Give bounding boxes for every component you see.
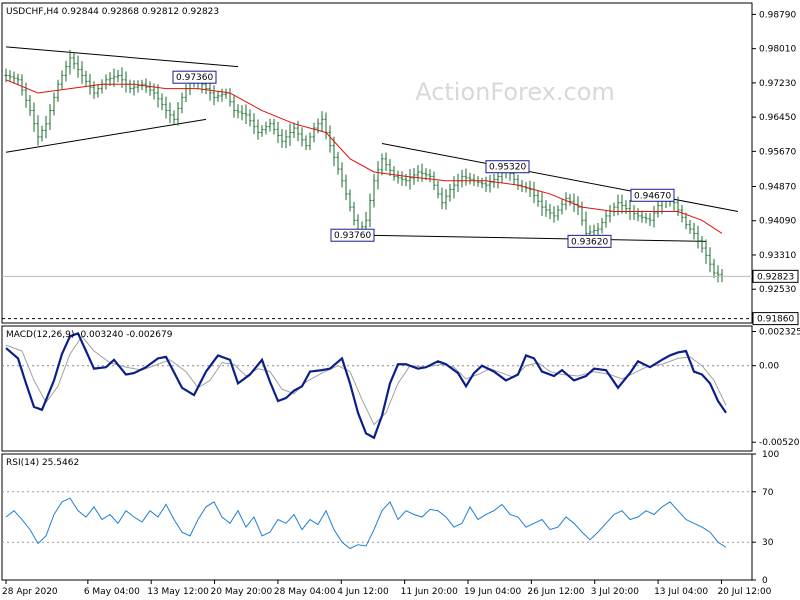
price-ytick-label: 0.94870 — [759, 182, 796, 192]
price-ytick-label: 0.98790 — [759, 10, 796, 20]
rsi-ytick-label: 0 — [762, 576, 768, 586]
support-label: 0.91860 — [757, 315, 794, 325]
annotation-label: 0.97360 — [176, 73, 213, 83]
price-ytick-label: 0.98010 — [759, 45, 796, 55]
x-tick-label: 6 May 04:00 — [84, 587, 140, 597]
x-tick-label: 20 May 20:00 — [211, 587, 273, 597]
price-ytick-label: 0.95670 — [759, 147, 796, 157]
annotation-label: 0.93760 — [334, 231, 371, 241]
annotation-label: 0.95320 — [489, 163, 526, 173]
rsi-ytick-label: 70 — [762, 488, 774, 498]
chart-canvas: ActionForex.com 0.98790 0.98010 0.97230 0.96… — [1, 2, 800, 597]
price-ytick-label: 0.97230 — [759, 79, 796, 89]
macd-ytick-label: -0.005201 — [759, 438, 800, 448]
x-tick-label: 28 May 04:00 — [274, 587, 336, 597]
macd-title: MACD(12,26,9) -0.003240 -0.002679 — [6, 330, 173, 340]
annotation-label: 0.93620 — [571, 237, 608, 247]
price-ytick-label: 0.92530 — [759, 285, 796, 295]
x-tick-label: 4 Jun 12:00 — [337, 587, 389, 597]
annotation-label: 0.94670 — [634, 191, 671, 201]
x-tick-label: 13 May 12:00 — [147, 587, 209, 597]
price-title: USDCHF,H4 0.92844 0.92868 0.92812 0.9282… — [6, 7, 219, 17]
x-tick-label: 11 Jun 20:00 — [401, 587, 458, 597]
x-tick-label: 19 Jun 04:00 — [464, 587, 521, 597]
macd-ytick-label: 0.002325 — [759, 328, 800, 338]
rsi-ytick-label: 100 — [762, 450, 779, 460]
pane-frame-2 — [1, 453, 753, 581]
x-tick-label: 20 Jul 12:00 — [717, 587, 771, 597]
price-ytick-label: 0.94090 — [759, 217, 796, 227]
x-tick-label: 13 Jul 04:00 — [654, 587, 708, 597]
x-tick-label: 3 Jul 20:00 — [591, 587, 640, 597]
macd-ytick-label: 0.00 — [759, 362, 779, 372]
pane-frame-0 — [1, 2, 753, 324]
watermark-text: ActionForex.com — [415, 78, 615, 106]
x-tick-label: 26 Jun 12:00 — [527, 587, 584, 597]
price-ytick-label: 0.96450 — [759, 113, 796, 123]
x-tick-label: 28 Apr 2020 — [2, 587, 58, 597]
current-price-label: 0.92823 — [757, 272, 794, 282]
price-ytick-label: 0.93310 — [759, 251, 796, 261]
rsi-title: RSI(14) 25.5462 — [6, 458, 79, 468]
rsi-ytick-label: 30 — [762, 538, 774, 548]
